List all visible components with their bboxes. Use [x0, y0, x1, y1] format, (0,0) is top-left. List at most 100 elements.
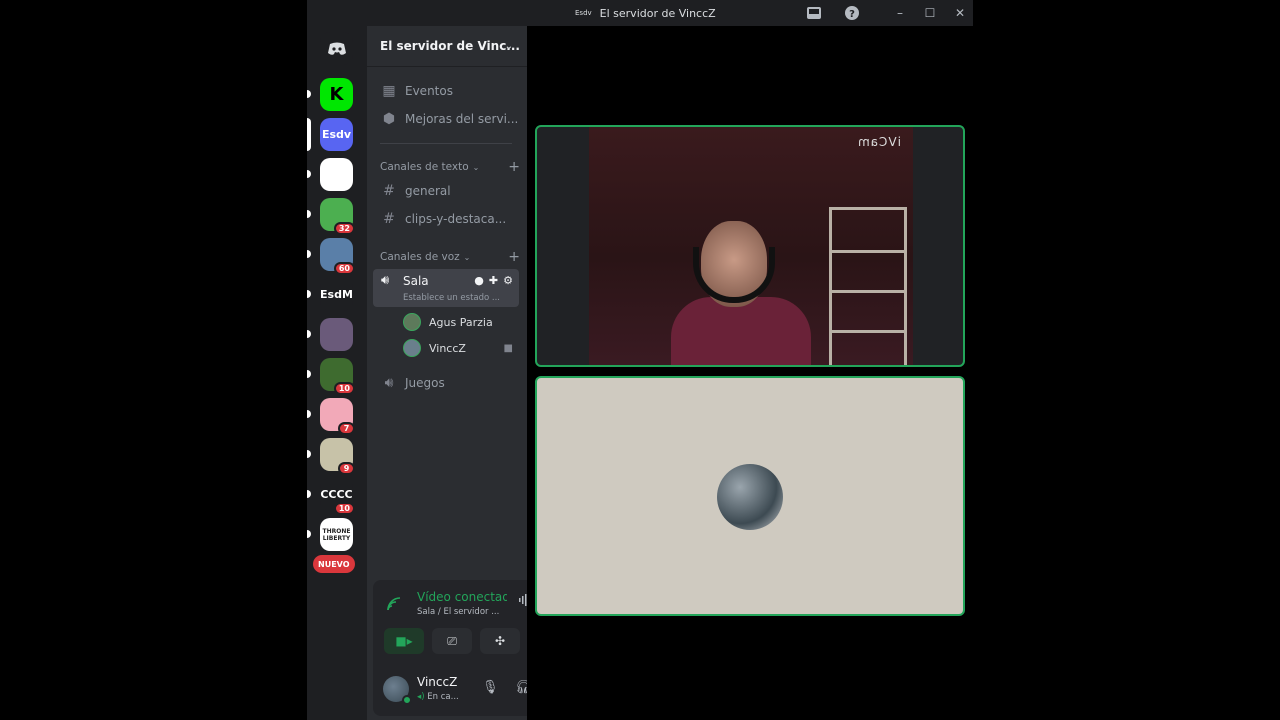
inbox-icon[interactable]	[805, 4, 823, 22]
calendar-icon: ▦	[382, 83, 396, 99]
divider	[380, 143, 512, 144]
title-group: Esdv El servidor de VinccZ	[575, 0, 716, 26]
server-icon[interactable]: 32	[307, 198, 355, 235]
new-badge[interactable]: NUEVO	[313, 555, 355, 573]
chevron-down-icon: ⌄	[463, 252, 471, 262]
server-icon[interactable]: 7	[307, 398, 355, 435]
boost-icon: ⬢	[382, 111, 396, 127]
add-channel-icon[interactable]: +	[508, 249, 520, 265]
server-icon[interactable]: CCCC 10	[307, 478, 355, 515]
unread-pill	[307, 290, 311, 298]
unread-pill	[307, 170, 311, 178]
screen-share-button[interactable]: ⎚	[432, 628, 472, 654]
watermark: iVCam	[857, 135, 901, 149]
video-tile-camera[interactable]: iVCam	[535, 125, 965, 367]
voice-channel-name: Juegos	[405, 376, 445, 390]
server-icon[interactable]	[307, 158, 353, 191]
voice-channel-juegos[interactable]: 🔊︎ Juegos	[373, 370, 519, 396]
hash-icon: #	[383, 183, 395, 199]
chat-icon[interactable]: ●	[474, 274, 484, 287]
boosts-label: Mejoras del servi...	[405, 112, 519, 126]
voice-user-name: Agus Parzia	[429, 315, 493, 329]
activities-icon: ✣	[494, 634, 506, 648]
unread-pill	[307, 450, 311, 458]
maximize-icon[interactable]: ☐	[921, 4, 939, 22]
channel-label: clips-y-destaca...	[405, 212, 507, 226]
server-icon[interactable]: 9	[307, 438, 355, 475]
server-icon[interactable]	[307, 318, 353, 351]
video-tile-avatar[interactable]	[535, 376, 965, 616]
mention-badge: 10	[333, 382, 355, 395]
activities-button[interactable]: ✣	[480, 628, 520, 654]
unread-pill	[307, 90, 311, 98]
camera-icon: ■▸	[395, 634, 413, 648]
server-header[interactable]: El servidor de Vinc... ⌄	[367, 26, 527, 67]
signal-icon[interactable]	[387, 597, 401, 614]
channel-clips[interactable]: # clips-y-destaca...	[373, 206, 519, 232]
camera-icon: ■	[503, 342, 513, 354]
server-label: K	[329, 84, 344, 105]
server-label: Esdv	[321, 128, 352, 141]
voice-category-label: Canales de voz	[380, 251, 460, 263]
help-icon[interactable]: ?	[843, 4, 861, 22]
events-label: Eventos	[405, 84, 453, 98]
text-category[interactable]: Canales de texto ⌄ +	[380, 158, 520, 176]
server-label: CCCC	[320, 488, 353, 501]
svg-text:?: ?	[849, 9, 855, 20]
voice-connected-subtitle[interactable]: Sala / El servidor ...	[417, 607, 507, 617]
avatar	[403, 313, 421, 331]
voice-user[interactable]: Agus Parzia	[403, 311, 519, 333]
events-item[interactable]: ▦ Eventos	[373, 78, 519, 104]
voice-connected-title: Vídeo conectado	[417, 590, 507, 604]
server-icon[interactable]: 10	[307, 358, 355, 395]
server-icon[interactable]: EsdM	[307, 278, 353, 311]
voice-category[interactable]: Canales de voz ⌄ +	[380, 248, 520, 266]
text-category-label: Canales de texto	[380, 161, 469, 173]
unread-pill	[307, 210, 311, 218]
mention-badge: 10	[333, 502, 355, 515]
status-dot	[402, 695, 412, 705]
channel-general[interactable]: # general	[373, 178, 519, 204]
server-icon[interactable]: THRONE LIBERTY	[307, 518, 353, 551]
channel-actions: ● ✚ ⚙	[474, 274, 513, 287]
discord-window: Esdv El servidor de VinccZ ? – ☐ ✕ K Esdv…	[307, 0, 973, 720]
hash-icon: #	[383, 211, 395, 227]
title-bar: Esdv El servidor de VinccZ ? – ☐ ✕	[307, 0, 973, 26]
gear-icon[interactable]: ⚙	[503, 274, 513, 287]
server-icon[interactable]: Esdv	[307, 118, 353, 151]
server-rail: K Esdv 32 60 EsdM 10 7 9 CCCC 10 THRONE LIBERTY NU…	[307, 26, 367, 720]
camera-feed: iVCam	[589, 127, 913, 365]
voice-status-text[interactable]: Establece un estado ...	[403, 293, 513, 303]
user-name: VinccZ	[417, 675, 458, 689]
unread-pill	[307, 250, 311, 258]
boosts-item[interactable]: ⬢ Mejoras del servi...	[373, 106, 519, 132]
headset	[693, 247, 775, 303]
server-icon[interactable]: 60	[307, 238, 355, 275]
voice-user[interactable]: VinccZ ■	[403, 337, 519, 359]
server-icon[interactable]: K	[307, 78, 353, 111]
avatar	[717, 464, 783, 530]
speaker-icon: 🔊︎	[384, 375, 394, 391]
speaker-icon: ◂)	[417, 692, 425, 702]
microphone-icon[interactable]: 🎙︎	[482, 680, 499, 695]
speaker-icon: 🔊︎	[381, 273, 390, 288]
close-icon[interactable]: ✕	[951, 4, 969, 22]
camera-button[interactable]: ■▸	[384, 628, 424, 654]
unread-pill	[307, 118, 311, 151]
channel-sidebar: El servidor de Vinc... ⌄ ▦ Eventos ⬢ Mej…	[367, 26, 579, 720]
voice-user-name: VinccZ	[429, 341, 466, 355]
video-stage: iVCam	[527, 26, 973, 720]
invite-icon[interactable]: ✚	[489, 274, 498, 287]
channel-label: general	[405, 184, 451, 198]
user-status: ◂) En ca...	[417, 692, 459, 702]
mention-badge: 7	[338, 422, 355, 435]
unread-pill	[307, 410, 311, 418]
discord-home-icon[interactable]	[320, 32, 353, 65]
unread-pill	[307, 370, 311, 378]
mention-badge: 32	[333, 222, 355, 235]
mention-badge: 9	[338, 462, 355, 475]
screen-share-icon: ⎚	[447, 633, 457, 648]
voice-channel-sala[interactable]: 🔊︎ Sala ● ✚ ⚙ Establece un estado ...	[373, 269, 519, 307]
minimize-icon[interactable]: –	[891, 4, 909, 22]
add-channel-icon[interactable]: +	[508, 159, 520, 175]
